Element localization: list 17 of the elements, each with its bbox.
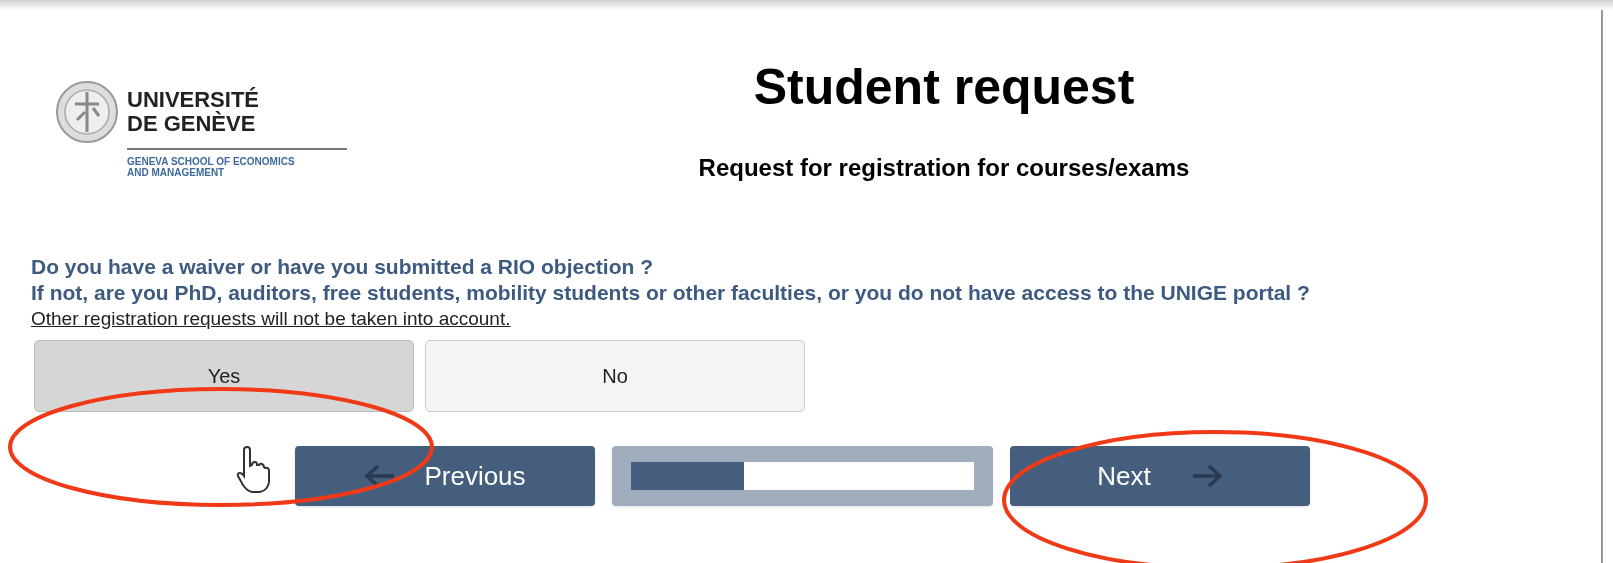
left-arrow-icon <box>364 464 397 488</box>
choice-button[interactable]: Yes <box>34 340 414 412</box>
choice-button[interactable]: No <box>425 340 805 412</box>
school-name: GENEVA SCHOOL OF ECONOMICS <box>127 156 296 167</box>
question-text: Do you have a waiver or have you submitted a RIO objection ? <box>31 254 654 280</box>
page-subtitle: Request for registration for courses/exams <box>698 153 1190 183</box>
page-title: Student request <box>753 62 1135 112</box>
university-name: UNIVERSITÉ <box>127 88 260 112</box>
registration-note: Other registration requests will not be taken into account. <box>31 307 512 331</box>
next-button[interactable]: Next <box>1010 446 1310 506</box>
university-seal-icon <box>55 80 119 144</box>
question-text: If not, are you PhD, auditors, free students, mobility students or other faculties, or you do not have access to the UNIGE portal ? <box>31 280 1311 306</box>
previous-button[interactable]: Previous <box>295 446 595 506</box>
university-name: DE GENÈVE <box>127 112 257 136</box>
right-arrow-icon <box>1190 464 1223 488</box>
school-name: AND MANAGEMENT <box>127 167 226 178</box>
hand-cursor-icon <box>236 446 272 494</box>
